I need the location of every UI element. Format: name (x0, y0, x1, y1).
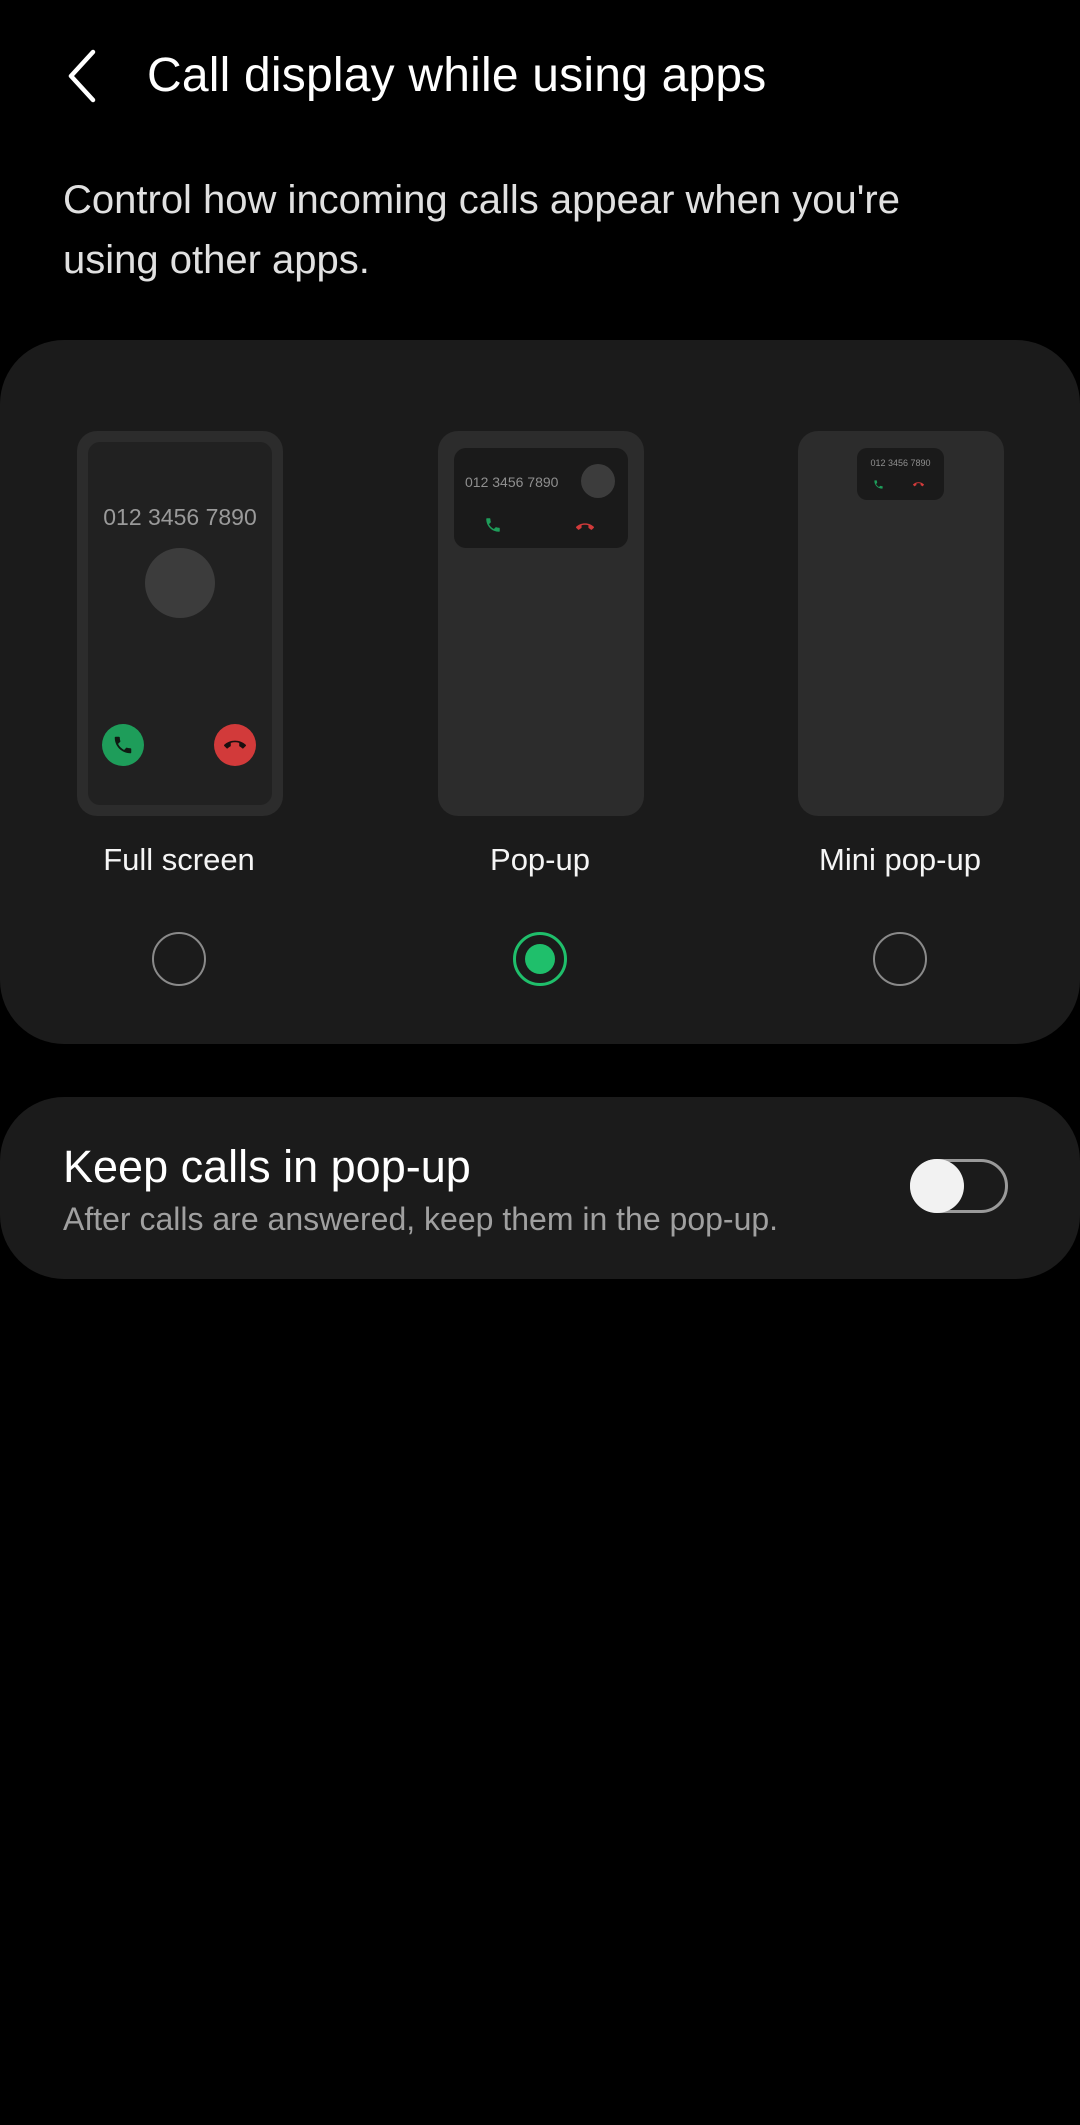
pop-up-preview: 012 3456 7890 (438, 431, 644, 816)
accept-call-icon (486, 518, 500, 532)
radio-full-screen[interactable] (152, 932, 206, 986)
option-pop-up[interactable]: 012 3456 7890 Pop-up (390, 340, 690, 1044)
call-display-options-card: 012 3456 7890 Full screen 012 3456 7890 (0, 340, 1080, 1044)
preview-phone-number: 012 3456 7890 (465, 474, 559, 490)
option-mini-pop-up[interactable]: 012 3456 7890 Mini pop-up (750, 340, 1050, 1044)
mini-pop-up-preview: 012 3456 7890 (798, 431, 1004, 816)
setting-subtitle: After calls are answered, keep them in t… (63, 1201, 779, 1237)
decline-call-icon (214, 724, 256, 766)
description-text: Control how incoming calls appear when y… (63, 178, 900, 282)
setting-title: Keep calls in pop-up (63, 1141, 471, 1192)
keep-calls-toggle[interactable] (910, 1159, 1008, 1213)
keep-calls-in-pop-up-setting[interactable]: Keep calls in pop-up After calls are ans… (0, 1097, 1080, 1279)
full-screen-preview: 012 3456 7890 (77, 431, 283, 816)
pop-up-card: 012 3456 7890 (454, 448, 628, 548)
back-button[interactable] (52, 40, 112, 112)
preview-phone-number: 012 3456 7890 (870, 458, 931, 468)
option-label-full-screen: Full screen (103, 842, 255, 877)
radio-mini-pop-up[interactable] (873, 932, 927, 986)
mini-pop-up-card: 012 3456 7890 (857, 448, 944, 500)
option-label-mini-pop-up: Mini pop-up (819, 842, 981, 877)
preview-phone-number: 012 3456 7890 (103, 504, 257, 530)
radio-pop-up[interactable] (513, 932, 567, 986)
accept-call-icon (874, 480, 883, 489)
option-label-pop-up: Pop-up (490, 842, 590, 877)
decline-call-icon (913, 482, 924, 487)
toggle-knob (910, 1159, 964, 1213)
back-arrow-icon (68, 49, 96, 103)
caller-avatar (145, 548, 215, 618)
header: Call display while using apps (0, 0, 1080, 160)
option-full-screen[interactable]: 012 3456 7890 Full screen (29, 340, 329, 1044)
accept-call-icon (102, 724, 144, 766)
page-title: Call display while using apps (147, 49, 767, 102)
caller-avatar (581, 464, 615, 498)
decline-call-icon (576, 523, 594, 530)
